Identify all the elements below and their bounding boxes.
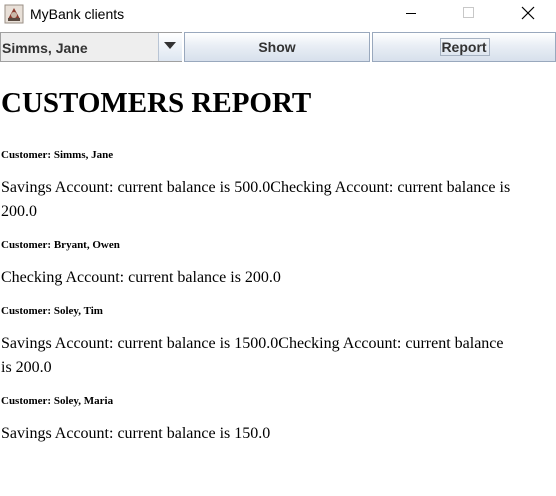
customer-heading: Customer: Bryant, Owen bbox=[1, 239, 120, 251]
show-button-label: Show bbox=[258, 39, 296, 55]
customer-accounts: Savings Account: current balance is 500.… bbox=[1, 179, 511, 220]
report-pane: CUSTOMERS REPORT Customer: Simms, Jane S… bbox=[0, 66, 556, 496]
app-window: MyBank clients Simms, Jane Show Report C… bbox=[0, 0, 556, 496]
minimize-button[interactable] bbox=[388, 0, 434, 30]
maximize-button[interactable] bbox=[446, 0, 492, 30]
title-bar: MyBank clients bbox=[0, 0, 556, 30]
close-button[interactable] bbox=[504, 0, 550, 30]
customer-select[interactable]: Simms, Jane bbox=[0, 32, 182, 62]
report-title: CUSTOMERS REPORT bbox=[1, 87, 312, 119]
window-title: MyBank clients bbox=[30, 6, 125, 22]
customer-heading: Customer: Simms, Jane bbox=[1, 149, 114, 161]
customer-accounts: Savings Account: current balance is 1500… bbox=[1, 335, 504, 376]
customer-heading: Customer: Soley, Tim bbox=[1, 305, 103, 317]
customer-select-value: Simms, Jane bbox=[2, 40, 88, 56]
report-button-label: Report bbox=[441, 39, 487, 55]
bank-app-icon bbox=[4, 4, 24, 24]
customer-heading: Customer: Soley, Maria bbox=[1, 395, 114, 407]
customer-accounts: Savings Account: current balance is 150.… bbox=[1, 425, 271, 442]
show-button[interactable]: Show bbox=[184, 32, 370, 62]
report-button[interactable]: Report bbox=[372, 32, 556, 62]
dropdown-arrow-button[interactable] bbox=[158, 33, 182, 61]
customer-accounts: Checking Account: current balance is 200… bbox=[1, 269, 281, 286]
toolbar: Simms, Jane Show Report bbox=[0, 32, 556, 64]
